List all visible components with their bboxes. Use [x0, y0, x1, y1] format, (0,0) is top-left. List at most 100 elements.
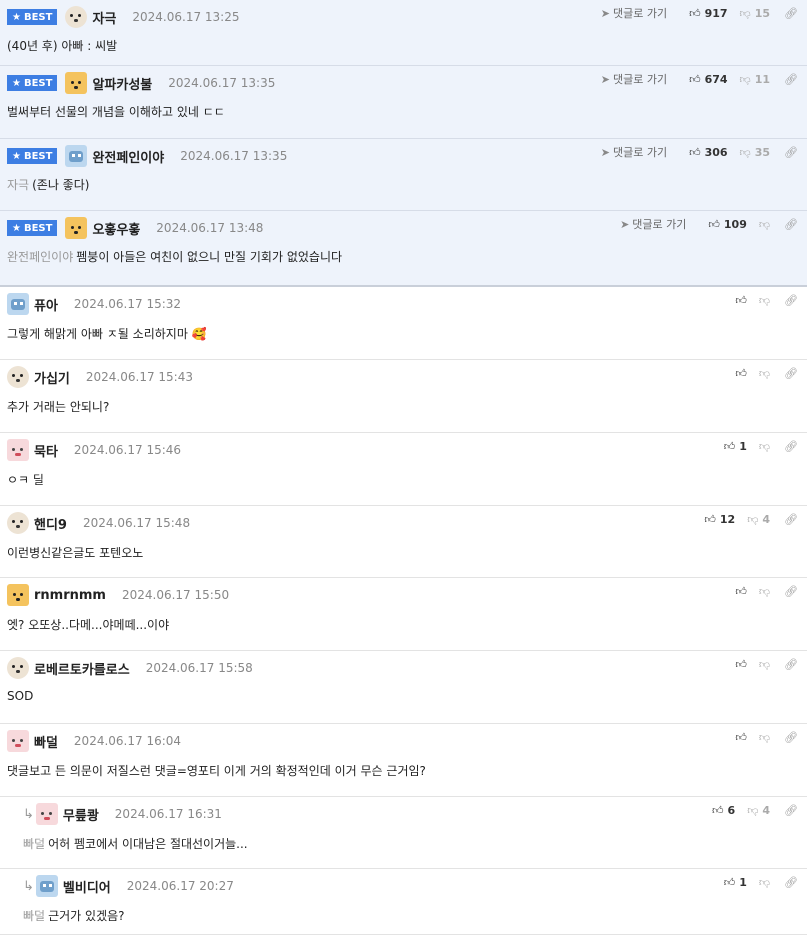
avatar[interactable]: [65, 72, 88, 94]
go-to-reply-label: 댓글로 가기: [612, 73, 668, 86]
comment-date: 2024.06.17 15:48: [82, 516, 191, 530]
comment-actions: ➤ 댓글로 가기 👍︎ 306 👎︎ 35 🔗︎: [601, 143, 798, 161]
link-icon[interactable]: 🔗︎: [784, 513, 798, 526]
like-button[interactable]: 👍︎ 917: [689, 7, 727, 20]
comment-text: 자극 (존나 좋다): [7, 176, 89, 193]
like-button[interactable]: 👍︎: [735, 658, 747, 671]
dislike-button[interactable]: 👎︎ 4: [747, 804, 770, 817]
dislike-button[interactable]: 👎︎: [759, 876, 770, 889]
go-to-reply-link[interactable]: ➤ 댓글로 가기: [620, 216, 686, 232]
dislike-button[interactable]: 👎︎ 11: [740, 73, 770, 86]
comment-date: 2024.06.17 16:31: [114, 807, 222, 821]
nickname[interactable]: 완전페인이야: [92, 147, 164, 166]
dislike-button[interactable]: 👎︎: [759, 585, 770, 598]
dislike-button[interactable]: 👎︎ 15: [740, 7, 770, 20]
comment-header: rnmrnmm 2024.06.17 15:50: [7, 584, 229, 606]
avatar[interactable]: [65, 145, 88, 167]
dislike-button[interactable]: 👎︎: [759, 218, 770, 231]
dislike-button[interactable]: 👎︎: [759, 440, 770, 453]
link-icon[interactable]: 🔗︎: [784, 7, 798, 20]
mention[interactable]: 빠덜: [23, 909, 45, 923]
go-to-reply-label: 댓글로 가기: [612, 146, 668, 159]
link-icon[interactable]: 🔗︎: [784, 73, 798, 86]
best-badge-label: BEST: [23, 77, 53, 89]
comment-header: ↳ 무릎쾅 2024.06.17 16:31: [23, 803, 222, 825]
like-button[interactable]: 👍︎ 674: [689, 73, 727, 86]
like-button[interactable]: 👍︎: [735, 367, 747, 380]
avatar[interactable]: [35, 875, 58, 897]
like-button[interactable]: 👍︎: [735, 294, 747, 307]
comment-date: 2024.06.17 13:25: [132, 10, 240, 24]
like-button[interactable]: 👍︎ 306: [689, 146, 727, 159]
nickname[interactable]: 자극: [92, 8, 116, 27]
avatar[interactable]: [7, 512, 29, 534]
dislike-button[interactable]: 👎︎: [759, 731, 770, 744]
thumbs-up-icon: 👍︎: [735, 657, 747, 671]
dislike-count: 11: [754, 72, 771, 86]
nickname[interactable]: 핸디9: [34, 514, 67, 533]
link-icon[interactable]: 🔗︎: [784, 585, 798, 598]
like-button[interactable]: 👍︎: [735, 731, 747, 744]
go-to-reply-link[interactable]: ➤ 댓글로 가기: [601, 144, 667, 160]
go-to-reply-link[interactable]: ➤ 댓글로 가기: [601, 5, 667, 21]
comment-actions: ➤ 댓글로 가기 👍︎ 917 👎︎ 15 🔗︎: [601, 4, 798, 22]
best-badge: ★ BEST: [7, 148, 58, 164]
nickname[interactable]: 묵타: [34, 441, 58, 460]
link-icon[interactable]: 🔗︎: [784, 876, 798, 889]
avatar[interactable]: [65, 217, 88, 239]
nickname[interactable]: 퓨아: [34, 295, 58, 314]
nickname[interactable]: 빠덜: [34, 732, 58, 751]
comment-date: 2024.06.17 13:35: [180, 149, 288, 163]
link-icon[interactable]: 🔗︎: [784, 146, 798, 159]
nickname[interactable]: 가십기: [34, 368, 70, 387]
best-badge-label: BEST: [23, 222, 53, 234]
avatar[interactable]: [7, 584, 29, 606]
like-button[interactable]: 👍︎ 109: [708, 218, 746, 231]
mention[interactable]: 완전페인이야: [7, 250, 73, 264]
comment-list: ★ BEST 자극 2024.06.17 13:25 (40년 후) 아빠 : 씨발 ➤ 댓…: [0, 0, 807, 935]
go-to-reply-link[interactable]: ➤ 댓글로 가기: [601, 71, 667, 87]
like-button[interactable]: 👍︎ 6: [712, 804, 735, 817]
dislike-button[interactable]: 👎︎ 35: [740, 146, 770, 159]
go-to-reply-label: 댓글로 가기: [632, 218, 687, 231]
thumbs-down-icon: 👎︎: [739, 72, 751, 86]
avatar[interactable]: [7, 293, 29, 315]
nickname[interactable]: 벨비디어: [63, 877, 111, 896]
link-icon[interactable]: 🔗︎: [784, 367, 798, 380]
avatar[interactable]: [65, 6, 88, 28]
thumbs-down-icon: 👎︎: [758, 730, 771, 744]
dislike-button[interactable]: 👎︎: [759, 367, 770, 380]
comment: 묵타 2024.06.17 15:46 ㅇㅋ 딜 👍︎ 1 👎︎ 🔗︎: [0, 433, 807, 506]
avatar[interactable]: [35, 803, 58, 825]
nickname[interactable]: 무릎쾅: [63, 805, 99, 824]
nickname[interactable]: rnmrnmm: [34, 588, 106, 603]
dislike-button[interactable]: 👎︎: [759, 294, 770, 307]
link-icon[interactable]: 🔗︎: [784, 218, 798, 231]
dislike-button[interactable]: 👎︎: [759, 658, 770, 671]
link-icon[interactable]: 🔗︎: [784, 658, 798, 671]
like-button[interactable]: 👍︎ 1: [724, 440, 747, 453]
avatar[interactable]: [7, 366, 29, 388]
dislike-count: 15: [754, 6, 771, 20]
like-button[interactable]: 👍︎ 1: [724, 876, 747, 889]
thumbs-up-icon: 👍︎: [689, 6, 701, 20]
link-icon[interactable]: 🔗︎: [784, 731, 798, 744]
reply-arrow-icon: ↳: [23, 878, 34, 894]
avatar[interactable]: [7, 439, 29, 461]
mention[interactable]: 자극: [7, 178, 29, 192]
nickname[interactable]: 로베르토카를로스: [34, 659, 130, 678]
like-button[interactable]: 👍︎ 12: [704, 513, 735, 526]
link-icon[interactable]: 🔗︎: [784, 294, 798, 307]
star-icon: ★: [12, 11, 21, 23]
link-icon[interactable]: 🔗︎: [784, 804, 798, 817]
mention[interactable]: 빠덜: [23, 837, 45, 851]
nickname[interactable]: 알파카성불: [92, 74, 152, 93]
like-button[interactable]: 👍︎: [735, 585, 747, 598]
link-icon[interactable]: 🔗︎: [784, 440, 798, 453]
dislike-button[interactable]: 👎︎ 4: [747, 513, 770, 526]
dislike-count: 4: [762, 512, 771, 526]
avatar[interactable]: [7, 730, 29, 752]
comment: rnmrnmm 2024.06.17 15:50 엣? 오또상..다메...야메떼.…: [0, 578, 807, 651]
avatar[interactable]: [7, 657, 29, 679]
nickname[interactable]: 오홓우홓: [92, 219, 140, 238]
